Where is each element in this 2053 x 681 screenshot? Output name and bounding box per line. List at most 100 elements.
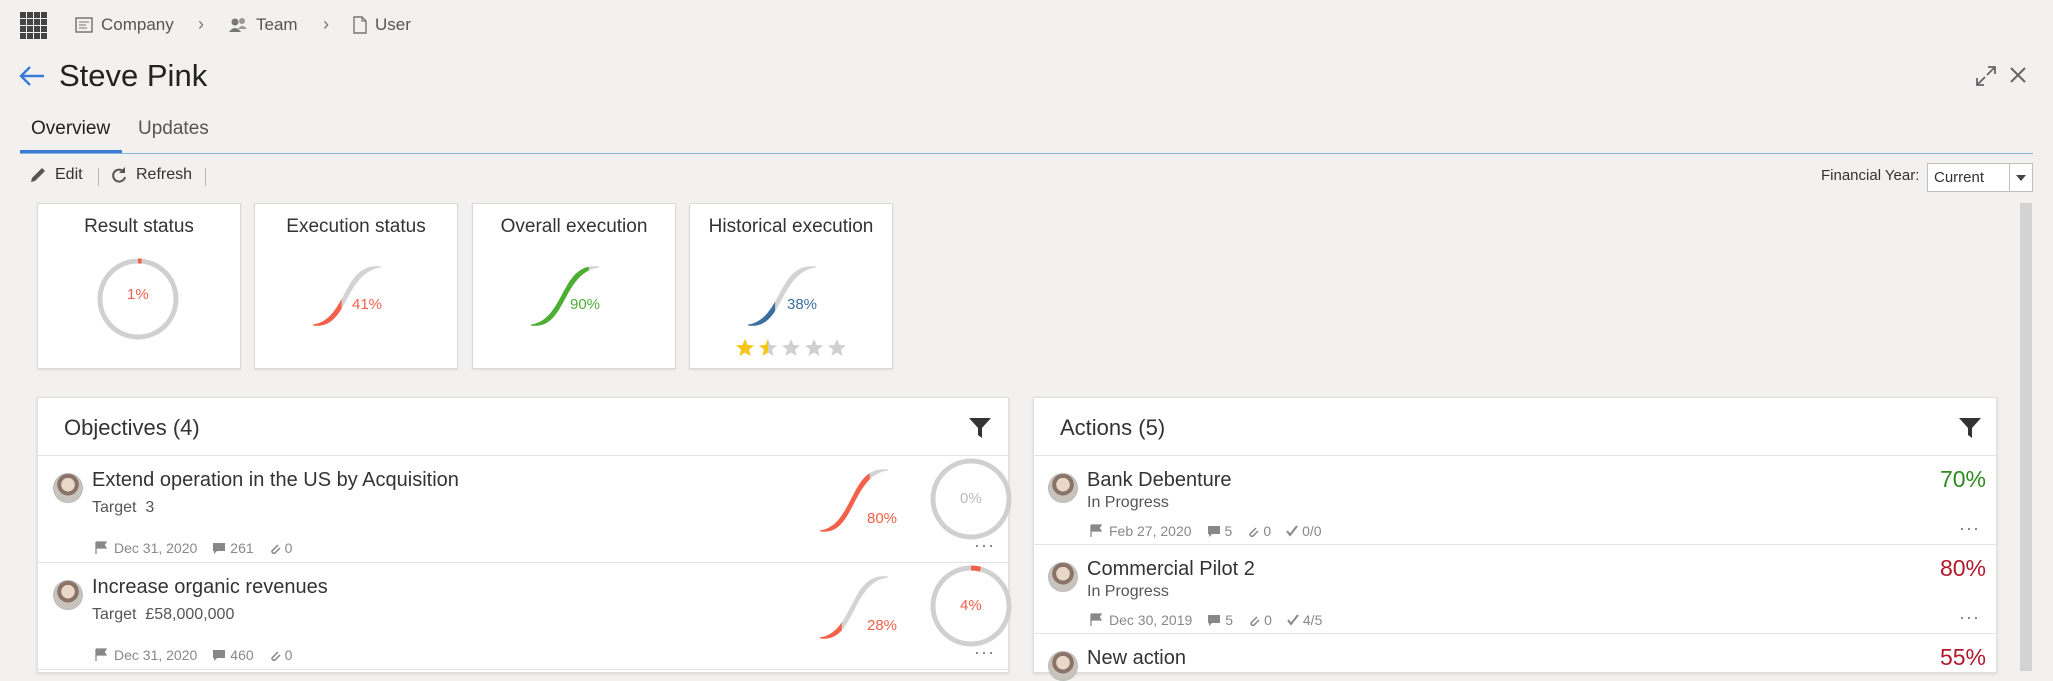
breadcrumb-label: Team: [256, 15, 298, 34]
breadcrumb-company[interactable]: Company: [75, 14, 174, 36]
expand-icon[interactable]: [1975, 65, 1997, 87]
back-arrow-icon[interactable]: [18, 64, 46, 88]
comment-icon: [213, 542, 226, 554]
breadcrumb-team[interactable]: Team: [228, 14, 298, 36]
financial-year-select[interactable]: Current: [1927, 163, 2033, 192]
kpi-value: 38%: [787, 296, 818, 313]
kpi-value: 90%: [570, 296, 601, 313]
objective-progress-value: 28%: [867, 617, 898, 634]
objective-progress-gauge: [820, 576, 888, 639]
avatar: [1048, 562, 1078, 592]
kpi-title: Historical execution: [708, 216, 874, 237]
kpi-value: 41%: [352, 296, 383, 313]
refresh-icon: [112, 167, 126, 183]
tab-overview[interactable]: Overview: [31, 118, 110, 140]
objective-title[interactable]: Extend operation in the US by Acquisitio…: [92, 469, 459, 492]
tab-updates[interactable]: Updates: [138, 118, 209, 140]
kpi-value: 1%: [127, 286, 149, 303]
breadcrumb-user[interactable]: User: [353, 14, 411, 36]
action-title[interactable]: Bank Debenture: [1087, 469, 1232, 492]
flag-icon: [95, 541, 108, 554]
target-label: Target: [92, 606, 137, 623]
action-title[interactable]: Commercial Pilot 2: [1087, 558, 1255, 581]
gauge-fill: [820, 622, 842, 639]
refresh-button[interactable]: Refresh: [110, 166, 192, 184]
checklist-count: 0/0: [1302, 523, 1322, 539]
team-icon: [229, 18, 247, 32]
action-progress-value: 70%: [1939, 466, 1986, 492]
objective-progress-gauge: [820, 469, 888, 532]
edit-label: Edit: [55, 166, 83, 183]
comment-count: 5: [1225, 612, 1234, 628]
vertical-scrollbar[interactable]: [2020, 203, 2032, 671]
action-title[interactable]: New action: [1087, 647, 1186, 670]
due-date: Dec 31, 2020: [114, 647, 198, 663]
actions-panel: Actions (5) Bank Debenture In Progress F…: [1033, 397, 1997, 681]
kpi-title: Execution status: [286, 216, 426, 237]
attachment-count: 0: [284, 647, 293, 663]
action-progress-value: 80%: [1939, 555, 1986, 581]
edit-button[interactable]: Edit: [29, 166, 83, 184]
financial-year-label: Financial Year:: [1821, 167, 1920, 184]
kpi-card-result-status[interactable]: Result status 1%: [37, 203, 241, 369]
objective-target: Target £58,000,000: [92, 606, 234, 624]
action-status: In Progress: [1087, 494, 1169, 511]
objective-target: Target 3: [92, 499, 154, 517]
due-date: Feb 27, 2020: [1109, 523, 1192, 539]
actions-title: Actions (5): [1060, 415, 1166, 440]
gauge-fill: [820, 473, 870, 532]
flag-icon: [95, 648, 108, 661]
kpi-card-execution-status[interactable]: Execution status 41%: [254, 203, 458, 369]
objective-meta: Dec 31, 2020 261 0: [94, 540, 302, 556]
more-options-icon[interactable]: ···: [974, 642, 995, 663]
more-options-icon[interactable]: ···: [974, 535, 995, 556]
star-icon: [805, 339, 823, 356]
comment-icon: [1208, 614, 1221, 626]
apps-grid-icon[interactable]: [20, 12, 48, 40]
checkmark-icon: [1286, 525, 1298, 537]
row-divider: [1034, 633, 1996, 634]
gauge-fill: [748, 301, 776, 326]
flag-icon: [1090, 524, 1103, 537]
target-value: £58,000,000: [145, 606, 235, 623]
avatar: [53, 473, 83, 503]
filter-icon[interactable]: [1958, 416, 1982, 440]
toolbar-separator: [205, 168, 206, 186]
due-date: Dec 30, 2019: [1109, 612, 1193, 628]
filter-icon[interactable]: [968, 416, 992, 440]
target-label: Target: [92, 499, 137, 516]
action-status: In Progress: [1087, 583, 1169, 600]
target-value: 3: [145, 499, 155, 516]
kpi-card-historical-execution[interactable]: Historical execution 38%: [689, 203, 893, 369]
action-meta: Feb 27, 2020 5 0 0/0: [1089, 523, 1332, 539]
comment-count: 5: [1224, 523, 1233, 539]
objective-result-value: 0%: [960, 490, 982, 507]
row-divider: [1034, 544, 1996, 545]
panel-header-divider: [38, 455, 1008, 456]
kpi-title: Result status: [84, 216, 194, 237]
comment-count: 261: [230, 540, 254, 556]
comment-icon: [1207, 525, 1220, 537]
objective-meta: Dec 31, 2020 460 0: [94, 647, 302, 663]
kpi-card-overall-execution[interactable]: Overall execution 90%: [472, 203, 676, 369]
objective-result-value: 4%: [960, 597, 982, 614]
objectives-panel: Objectives (4) Extend operation in the U…: [37, 397, 1012, 673]
objective-title[interactable]: Increase organic revenues: [92, 576, 328, 599]
breadcrumb-label: Company: [101, 15, 174, 34]
more-options-icon[interactable]: ···: [1959, 518, 1980, 539]
star-rating: [735, 338, 847, 358]
attachment-icon: [270, 650, 281, 661]
document-icon: [353, 16, 367, 34]
kpi-title: Overall execution: [500, 216, 648, 237]
gauge-fill: [313, 298, 342, 326]
pencil-icon: [31, 168, 45, 182]
avatar: [1048, 473, 1078, 503]
more-options-icon[interactable]: ···: [1959, 607, 1980, 628]
objectives-title: Objectives (4): [64, 415, 200, 440]
star-icon: [782, 339, 800, 356]
comment-icon: [213, 649, 226, 661]
dropdown-arrow-icon[interactable]: [2009, 164, 2032, 191]
comment-count: 460: [230, 647, 254, 663]
row-divider: [38, 669, 1008, 670]
close-icon[interactable]: [2008, 65, 2028, 85]
